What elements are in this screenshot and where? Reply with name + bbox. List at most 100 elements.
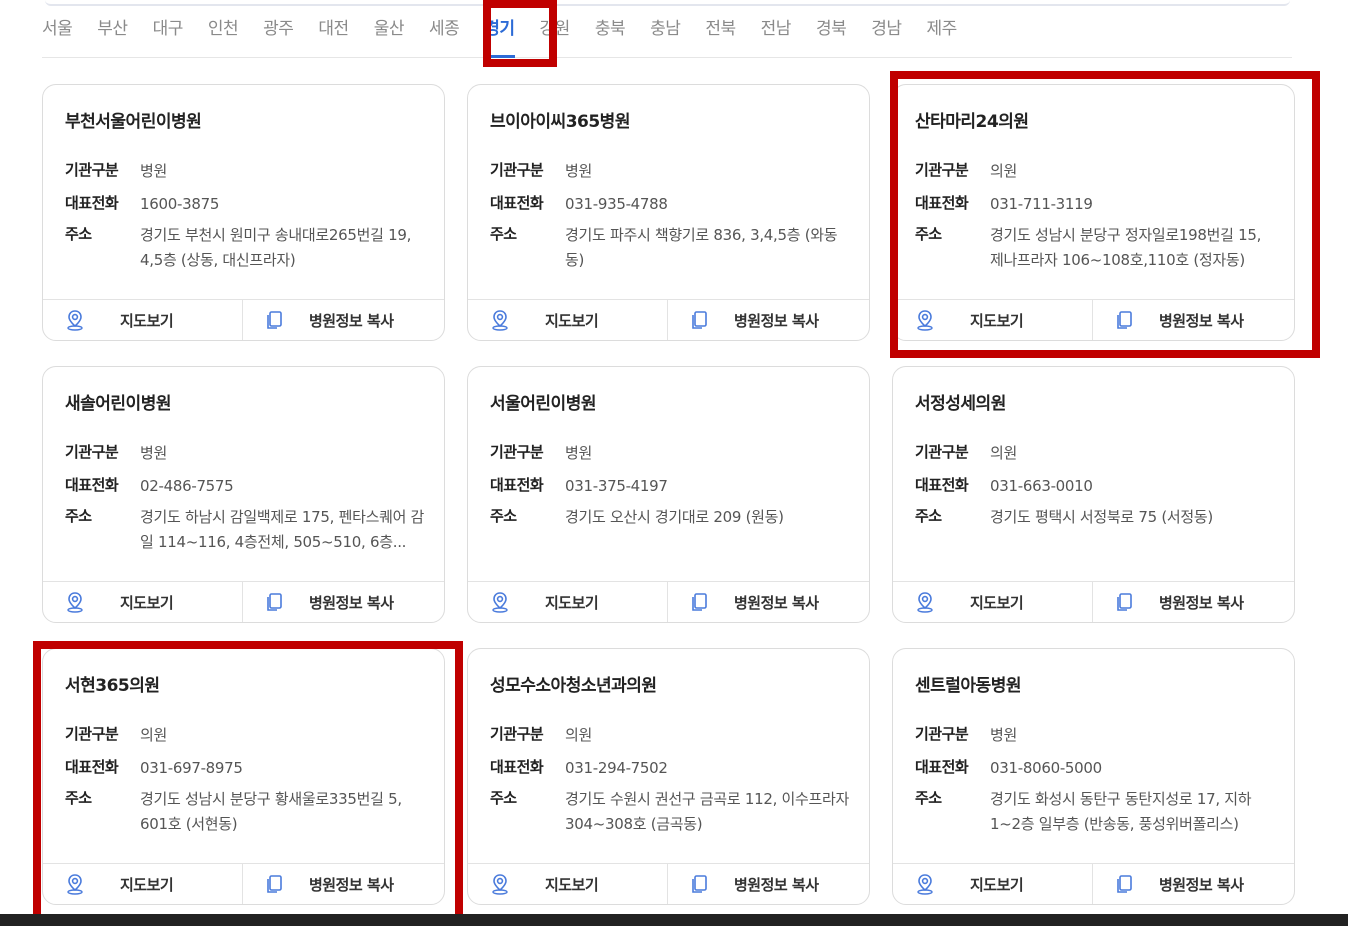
map-view-button[interactable]: 지도보기	[468, 582, 668, 622]
copy-info-button[interactable]: 병원정보 복사	[668, 582, 869, 622]
address-label: 주소	[65, 789, 92, 807]
type-row: 기관구분 의원	[490, 723, 850, 748]
copy-info-button[interactable]: 병원정보 복사	[1093, 864, 1294, 904]
map-pin-icon	[917, 310, 933, 331]
tab-chungnam[interactable]: 충남	[650, 14, 681, 58]
card-actions: 지도보기 병원정보 복사	[468, 581, 869, 622]
tab-jeonbuk[interactable]: 전북	[705, 14, 736, 58]
address-label: 주소	[490, 225, 517, 243]
type-label: 기관구분	[490, 443, 544, 461]
card-actions: 지도보기 병원정보 복사	[468, 863, 869, 904]
copy-info-button[interactable]: 병원정보 복사	[1093, 582, 1294, 622]
type-value: 의원	[140, 726, 168, 744]
phone-value: 02-486-7575	[140, 477, 234, 495]
address-row: 주소 경기도 수원시 권선구 금곡로 112, 이수프라자 304~308호 (…	[490, 787, 850, 837]
map-view-label: 지도보기	[970, 593, 1024, 612]
tab-incheon[interactable]: 인천	[208, 14, 239, 58]
address-row: 주소 경기도 성남시 분당구 정자일로198번길 15, 제나프라자 106~1…	[915, 223, 1275, 273]
copy-info-button[interactable]: 병원정보 복사	[668, 864, 869, 904]
hospital-name: 서정성세의원	[915, 394, 1006, 414]
address-row: 주소 경기도 오산시 경기대로 209 (원동)	[490, 505, 850, 530]
phone-row: 대표전화 02-486-7575	[65, 474, 425, 499]
type-label: 기관구분	[65, 443, 119, 461]
phone-label: 대표전화	[490, 758, 544, 776]
copy-info-label: 병원정보 복사	[309, 875, 394, 894]
tab-ulsan[interactable]: 울산	[374, 14, 405, 58]
map-view-button[interactable]: 지도보기	[43, 300, 243, 340]
map-view-button[interactable]: 지도보기	[43, 582, 243, 622]
hospital-name: 새솔어린이병원	[65, 394, 171, 414]
hospital-card: 새솔어린이병원 기관구분 병원 대표전화 02-486-7575 주소 경기도 …	[42, 366, 445, 623]
card-actions: 지도보기 병원정보 복사	[893, 863, 1294, 904]
map-view-button[interactable]: 지도보기	[893, 582, 1093, 622]
map-view-button[interactable]: 지도보기	[893, 864, 1093, 904]
address-label: 주소	[490, 789, 517, 807]
tab-sejong[interactable]: 세종	[429, 14, 460, 58]
map-pin-icon	[67, 874, 83, 895]
tab-daejeon[interactable]: 대전	[318, 14, 349, 58]
copy-info-label: 병원정보 복사	[309, 593, 394, 612]
phone-label: 대표전화	[65, 476, 119, 494]
copy-info-label: 병원정보 복사	[734, 875, 819, 894]
tab-gyeongbuk[interactable]: 경북	[816, 14, 847, 58]
tab-gwangju[interactable]: 광주	[263, 14, 294, 58]
hospital-card: 서울어린이병원 기관구분 병원 대표전화 031-375-4197 주소 경기도…	[467, 366, 870, 623]
map-view-button[interactable]: 지도보기	[43, 864, 243, 904]
copy-icon	[692, 311, 707, 329]
type-value: 병원	[565, 162, 593, 180]
address-label: 주소	[65, 225, 92, 243]
type-label: 기관구분	[490, 161, 544, 179]
tab-gangwon[interactable]: 강원	[540, 14, 571, 58]
tab-chungbuk[interactable]: 충북	[595, 14, 626, 58]
map-view-button[interactable]: 지도보기	[468, 300, 668, 340]
address-value: 경기도 파주시 책향기로 836, 3,4,5층 (와동동)	[565, 226, 838, 269]
copy-info-button[interactable]: 병원정보 복사	[243, 864, 444, 904]
phone-label: 대표전화	[490, 476, 544, 494]
address-value: 경기도 성남시 분당구 황새울로335번길 5, 601호 (서현동)	[140, 790, 402, 833]
phone-value: 031-711-3119	[990, 195, 1093, 213]
type-value: 병원	[565, 444, 593, 462]
tab-busan[interactable]: 부산	[97, 14, 128, 58]
copy-icon	[1117, 311, 1132, 329]
phone-label: 대표전화	[65, 194, 119, 212]
map-view-button[interactable]: 지도보기	[468, 864, 668, 904]
type-value: 의원	[990, 444, 1018, 462]
phone-row: 대표전화 031-663-0010	[915, 474, 1275, 499]
phone-label: 대표전화	[915, 758, 969, 776]
phone-label: 대표전화	[915, 194, 969, 212]
phone-row: 대표전화 031-711-3119	[915, 192, 1275, 217]
type-label: 기관구분	[65, 161, 119, 179]
tab-gyeonggi[interactable]: 경기	[484, 14, 515, 58]
taskbar	[0, 914, 1348, 926]
phone-label: 대표전화	[65, 758, 119, 776]
address-value: 경기도 하남시 감일백제로 175, 펜타스퀘어 감일 114~116, 4층전…	[140, 508, 425, 551]
tab-jeonnam[interactable]: 전남	[761, 14, 792, 58]
hospital-card: 산타마리24의원 기관구분 의원 대표전화 031-711-3119 주소 경기…	[892, 84, 1295, 341]
copy-info-label: 병원정보 복사	[1159, 875, 1244, 894]
tab-daegu[interactable]: 대구	[153, 14, 184, 58]
tab-gyeongnam[interactable]: 경남	[871, 14, 902, 58]
type-value: 병원	[990, 726, 1018, 744]
copy-icon	[267, 311, 282, 329]
copy-info-button[interactable]: 병원정보 복사	[243, 582, 444, 622]
phone-row: 대표전화 031-375-4197	[490, 474, 850, 499]
map-view-button[interactable]: 지도보기	[893, 300, 1093, 340]
tab-seoul[interactable]: 서울	[42, 14, 73, 58]
hospital-card: 브이아이씨365병원 기관구분 병원 대표전화 031-935-4788 주소 …	[467, 84, 870, 341]
copy-icon	[267, 593, 282, 611]
map-pin-icon	[67, 310, 83, 331]
address-label: 주소	[915, 225, 942, 243]
address-row: 주소 경기도 부천시 원미구 송내대로265번길 19, 4,5층 (상동, 대…	[65, 223, 425, 273]
address-label: 주소	[915, 789, 942, 807]
phone-value: 031-935-4788	[565, 195, 668, 213]
map-pin-icon	[492, 592, 508, 613]
copy-info-button[interactable]: 병원정보 복사	[1093, 300, 1294, 340]
type-label: 기관구분	[915, 725, 969, 743]
tab-jeju[interactable]: 제주	[927, 14, 958, 58]
copy-info-label: 병원정보 복사	[734, 593, 819, 612]
copy-info-button[interactable]: 병원정보 복사	[243, 300, 444, 340]
copy-info-button[interactable]: 병원정보 복사	[668, 300, 869, 340]
type-row: 기관구분 병원	[490, 159, 850, 184]
hospital-card: 부천서울어린이병원 기관구분 병원 대표전화 1600-3875 주소 경기도 …	[42, 84, 445, 341]
type-value: 병원	[140, 162, 168, 180]
